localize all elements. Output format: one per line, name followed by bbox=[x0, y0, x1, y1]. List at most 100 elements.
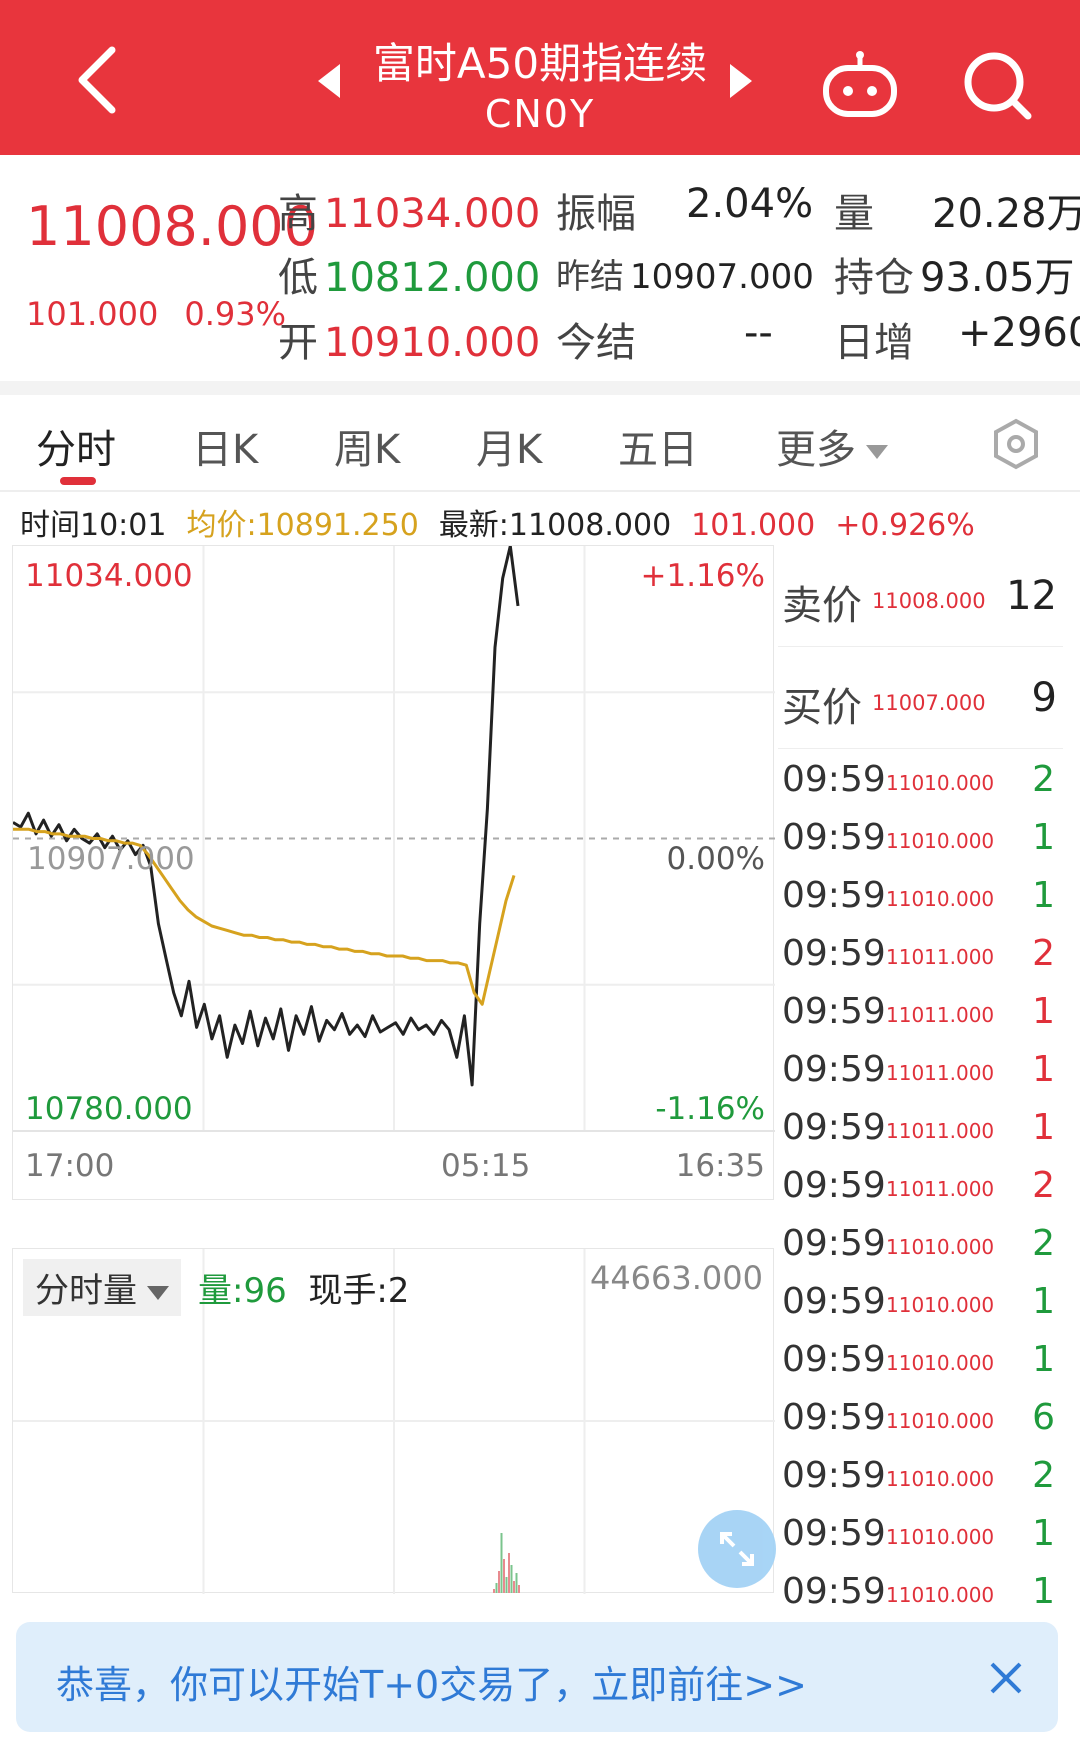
tab-daily-k[interactable]: 日K bbox=[192, 417, 258, 475]
trade-price: 11010.000 bbox=[886, 1525, 995, 1549]
search-icon[interactable] bbox=[958, 46, 1038, 126]
t0-promo-banner[interactable]: 恭喜，你可以开始T+0交易了，立即前往>> bbox=[16, 1622, 1058, 1732]
trade-row: 09:59 11010.000 2 bbox=[778, 1449, 1063, 1507]
tab-intraday[interactable]: 分时 bbox=[36, 417, 116, 475]
volume-indicator-label: 分时量 bbox=[35, 1271, 137, 1311]
chart-y-max-label: 11034.000 bbox=[25, 558, 193, 594]
volume-bar bbox=[508, 1553, 510, 1593]
trade-row: 09:59 11011.000 1 bbox=[778, 1043, 1063, 1101]
amplitude-row: 振幅 bbox=[556, 181, 636, 239]
trade-time: 09:59 bbox=[782, 1165, 886, 1206]
open-label: 开 bbox=[278, 320, 318, 366]
volume-qty: 量:96 bbox=[198, 1271, 287, 1311]
volume-bar bbox=[498, 1571, 500, 1593]
settle-label: 今结 bbox=[556, 320, 636, 366]
trade-row: 09:59 11010.000 6 bbox=[778, 1391, 1063, 1449]
chart-pct-max-label: +1.16% bbox=[640, 558, 765, 594]
chart-period-tabs: 分时 日K 周K 月K 五日 更多 bbox=[0, 395, 1080, 490]
chart-pct-mid-label: 0.00% bbox=[666, 841, 765, 877]
info-change: 101.000 bbox=[691, 508, 816, 543]
trade-row: 09:59 11011.000 2 bbox=[778, 1159, 1063, 1217]
trade-qty: 1 bbox=[1032, 875, 1055, 916]
chart-y-min-label: 10780.000 bbox=[25, 1091, 193, 1127]
trade-time: 09:59 bbox=[782, 1397, 886, 1438]
previous-contract-arrow-icon[interactable] bbox=[318, 64, 340, 98]
low-row: 低 10812.000 bbox=[278, 245, 540, 303]
trade-time: 09:59 bbox=[782, 875, 886, 916]
trade-price: 11010.000 bbox=[886, 1467, 995, 1491]
volume-bar bbox=[510, 1565, 513, 1593]
price-change: 101.000 0.93% bbox=[26, 295, 312, 333]
volume-bar bbox=[513, 1581, 515, 1593]
volume-chart[interactable]: 分时量 量:96 现手:2 44663.000 bbox=[12, 1248, 775, 1594]
robot-assistant-icon[interactable] bbox=[820, 50, 900, 120]
high-label: 高 bbox=[278, 191, 318, 237]
trade-price: 11011.000 bbox=[886, 1177, 995, 1201]
settle-value: -- bbox=[744, 310, 773, 356]
chart-x-label-end: 16:35 bbox=[675, 1148, 765, 1184]
bid-qty: 9 bbox=[1031, 675, 1057, 721]
trade-qty: 1 bbox=[1032, 817, 1055, 858]
volume-info: 量:96 现手:2 bbox=[198, 1263, 409, 1312]
intraday-chart[interactable]: 11034.000 +1.16% 10907.000 0.00% 10780.0… bbox=[12, 545, 775, 1200]
tab-more[interactable]: 更多 bbox=[776, 417, 888, 475]
trade-price: 11010.000 bbox=[886, 1351, 995, 1375]
tab-weekly-k[interactable]: 周K bbox=[334, 417, 400, 475]
ask-label: 卖价 bbox=[782, 583, 862, 629]
trade-row: 09:59 11010.000 2 bbox=[778, 753, 1063, 811]
info-change-percent: +0.926% bbox=[835, 508, 975, 543]
close-icon[interactable] bbox=[986, 1658, 1026, 1698]
volume-bar bbox=[500, 1533, 503, 1593]
chart-y-mid-label: 10907.000 bbox=[27, 841, 195, 877]
trade-row: 09:59 11010.000 1 bbox=[778, 1333, 1063, 1391]
trade-price: 11010.000 bbox=[886, 1409, 995, 1433]
open-interest-row: 持仓 93.05万 bbox=[834, 245, 1075, 303]
volume-current-hand: 现手:2 bbox=[308, 1271, 410, 1311]
info-latest-price: 最新:11008.000 bbox=[438, 508, 672, 543]
trade-time: 09:59 bbox=[782, 1571, 886, 1612]
ask-price: 11008.000 bbox=[872, 589, 986, 613]
bid-label: 买价 bbox=[782, 685, 862, 731]
trade-qty: 1 bbox=[1032, 1571, 1055, 1612]
volume-indicator-select[interactable]: 分时量 bbox=[23, 1259, 181, 1316]
chart-x-label-start: 17:00 bbox=[25, 1148, 115, 1184]
trade-price: 11011.000 bbox=[886, 1003, 995, 1027]
trade-price: 11010.000 bbox=[886, 771, 995, 795]
trade-qty: 2 bbox=[1032, 759, 1055, 800]
settings-hexagon-icon[interactable] bbox=[990, 418, 1042, 470]
back-arrow-icon[interactable] bbox=[62, 40, 142, 120]
trade-row: 09:59 11010.000 1 bbox=[778, 1507, 1063, 1565]
trade-time: 09:59 bbox=[782, 933, 886, 974]
trade-qty: 2 bbox=[1032, 1223, 1055, 1264]
bid-price: 11007.000 bbox=[872, 691, 986, 715]
banner-text[interactable]: 恭喜，你可以开始T+0交易了，立即前往>> bbox=[56, 1654, 807, 1709]
price-line bbox=[13, 546, 520, 1087]
trade-price: 11010.000 bbox=[886, 1293, 995, 1317]
trade-qty: 1 bbox=[1032, 1107, 1055, 1148]
trade-price: 11010.000 bbox=[886, 829, 995, 853]
chevron-down-icon bbox=[147, 1285, 169, 1300]
trade-qty: 6 bbox=[1032, 1397, 1055, 1438]
high-value: 11034.000 bbox=[324, 191, 541, 237]
top-bar: 富时A50期指连续 CN0Y bbox=[0, 0, 1080, 155]
fullscreen-expand-button[interactable] bbox=[698, 1510, 776, 1588]
ask-row: 卖价 11008.000 12 bbox=[778, 545, 1063, 647]
trade-price: 11010.000 bbox=[886, 1235, 995, 1259]
trade-qty: 2 bbox=[1032, 933, 1055, 974]
prev-settle-value: 10907.000 bbox=[630, 257, 814, 297]
volume-value: 20.28万 bbox=[932, 191, 1080, 237]
volume-bar bbox=[503, 1559, 505, 1593]
tab-monthly-k[interactable]: 月K bbox=[476, 417, 542, 475]
trade-price: 11011.000 bbox=[886, 945, 995, 969]
tab-five-day[interactable]: 五日 bbox=[618, 417, 698, 475]
last-price: 11008.000 bbox=[26, 195, 319, 258]
change-value: 101.000 bbox=[26, 295, 159, 333]
chart-x-label-mid: 05:15 bbox=[441, 1148, 531, 1184]
trade-time: 09:59 bbox=[782, 759, 886, 800]
ask-qty: 12 bbox=[1006, 573, 1057, 619]
page-title: 富时A50期指连续 bbox=[372, 39, 708, 88]
trade-qty: 2 bbox=[1032, 1165, 1055, 1206]
next-contract-arrow-icon[interactable] bbox=[730, 64, 752, 98]
trade-price: 11011.000 bbox=[886, 1119, 995, 1143]
section-divider bbox=[0, 381, 1080, 395]
